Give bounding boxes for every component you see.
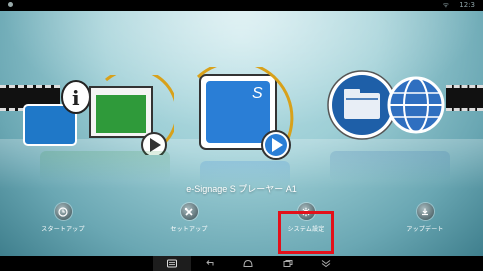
carousel-item-player[interactable]: S <box>194 60 304 167</box>
nav-setup[interactable]: セットアップ <box>144 203 234 233</box>
keyboard-icon[interactable] <box>164 258 180 269</box>
download-icon <box>416 203 434 220</box>
folder-globe-icon <box>327 70 445 140</box>
back-icon[interactable] <box>202 258 218 269</box>
nav-startup[interactable]: スタートアップ <box>18 203 108 233</box>
nav-update[interactable]: アップデート <box>380 203 470 233</box>
home-icon[interactable] <box>240 258 256 269</box>
nav-startup-label: スタートアップ <box>41 226 85 233</box>
notification-dot <box>8 2 13 7</box>
home-screen: i S e-Signage S プレーヤー A1 スタートアップ セットアップ … <box>0 11 483 256</box>
player-s-icon <box>196 60 294 161</box>
nav-update-label: アップデート <box>406 226 444 233</box>
svg-text:i: i <box>72 86 80 110</box>
reflection-left <box>40 151 170 181</box>
film-strip-right <box>446 85 483 111</box>
android-nav-bar <box>0 256 483 271</box>
clock-icon <box>54 203 72 220</box>
wifi-icon: ᯤ <box>442 1 449 9</box>
nav-setup-label: セットアップ <box>170 226 208 233</box>
reflection-right <box>330 151 450 181</box>
highlight-box <box>278 211 334 254</box>
recents-icon[interactable] <box>280 258 296 269</box>
player-s-letter: S <box>252 85 263 102</box>
carousel-item-folder-globe[interactable] <box>326 67 446 147</box>
tools-icon <box>180 203 198 220</box>
status-bar: ᯤ 12:3 <box>0 0 483 11</box>
status-time: 12:3 <box>459 1 475 9</box>
carousel-item-info-video[interactable]: i <box>14 68 179 158</box>
app-title: e-Signage S プレーヤー A1 <box>186 184 297 194</box>
info-video-icon: i <box>23 68 179 158</box>
chevron-down-icon[interactable] <box>318 258 334 269</box>
bottom-nav: スタートアップ セットアップ システム設定 アップデート <box>0 203 483 243</box>
